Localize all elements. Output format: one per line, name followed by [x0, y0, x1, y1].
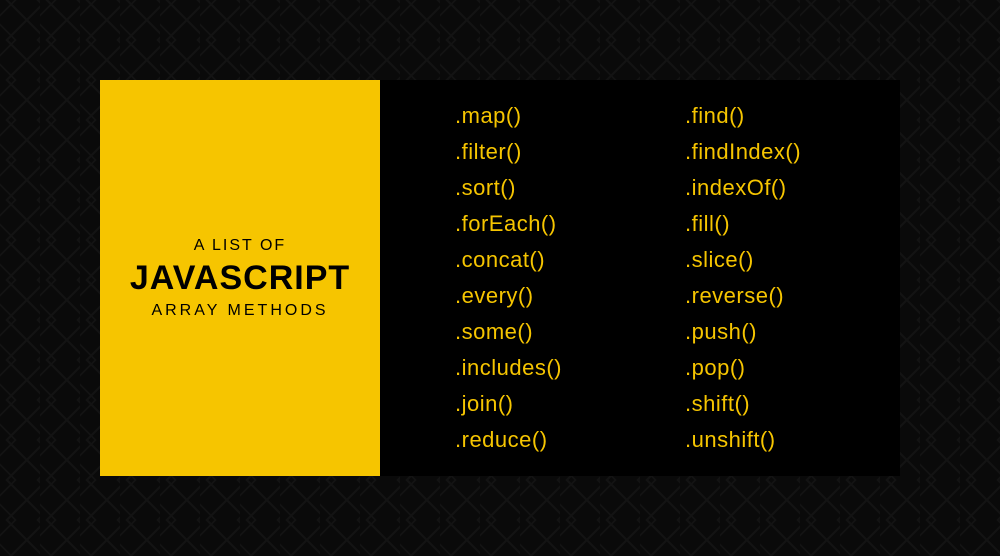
title-main: JAVASCRIPT — [130, 259, 350, 298]
title-subtext: ARRAY METHODS — [151, 302, 328, 320]
method-item: .findIndex() — [685, 139, 855, 165]
method-item: .fill() — [685, 211, 855, 237]
method-item: .shift() — [685, 391, 855, 417]
method-item: .reverse() — [685, 283, 855, 309]
methods-column-2: .find() .findIndex() .indexOf() .fill() … — [685, 103, 855, 453]
methods-column-1: .map() .filter() .sort() .forEach() .con… — [455, 103, 625, 453]
method-item: .includes() — [455, 355, 625, 381]
content-stage: A LIST OF JAVASCRIPT ARRAY METHODS .map(… — [100, 80, 900, 476]
method-item: .find() — [685, 103, 855, 129]
method-item: .slice() — [685, 247, 855, 273]
title-pretext: A LIST OF — [194, 237, 286, 255]
title-card: A LIST OF JAVASCRIPT ARRAY METHODS — [100, 80, 380, 476]
method-item: .unshift() — [685, 427, 855, 453]
method-item: .pop() — [685, 355, 855, 381]
method-item: .forEach() — [455, 211, 625, 237]
method-item: .join() — [455, 391, 625, 417]
method-item: .sort() — [455, 175, 625, 201]
method-item: .some() — [455, 319, 625, 345]
method-item: .concat() — [455, 247, 625, 273]
method-item: .push() — [685, 319, 855, 345]
method-item: .indexOf() — [685, 175, 855, 201]
method-item: .every() — [455, 283, 625, 309]
method-item: .reduce() — [455, 427, 625, 453]
method-item: .filter() — [455, 139, 625, 165]
method-item: .map() — [455, 103, 625, 129]
methods-panel: .map() .filter() .sort() .forEach() .con… — [380, 80, 900, 476]
